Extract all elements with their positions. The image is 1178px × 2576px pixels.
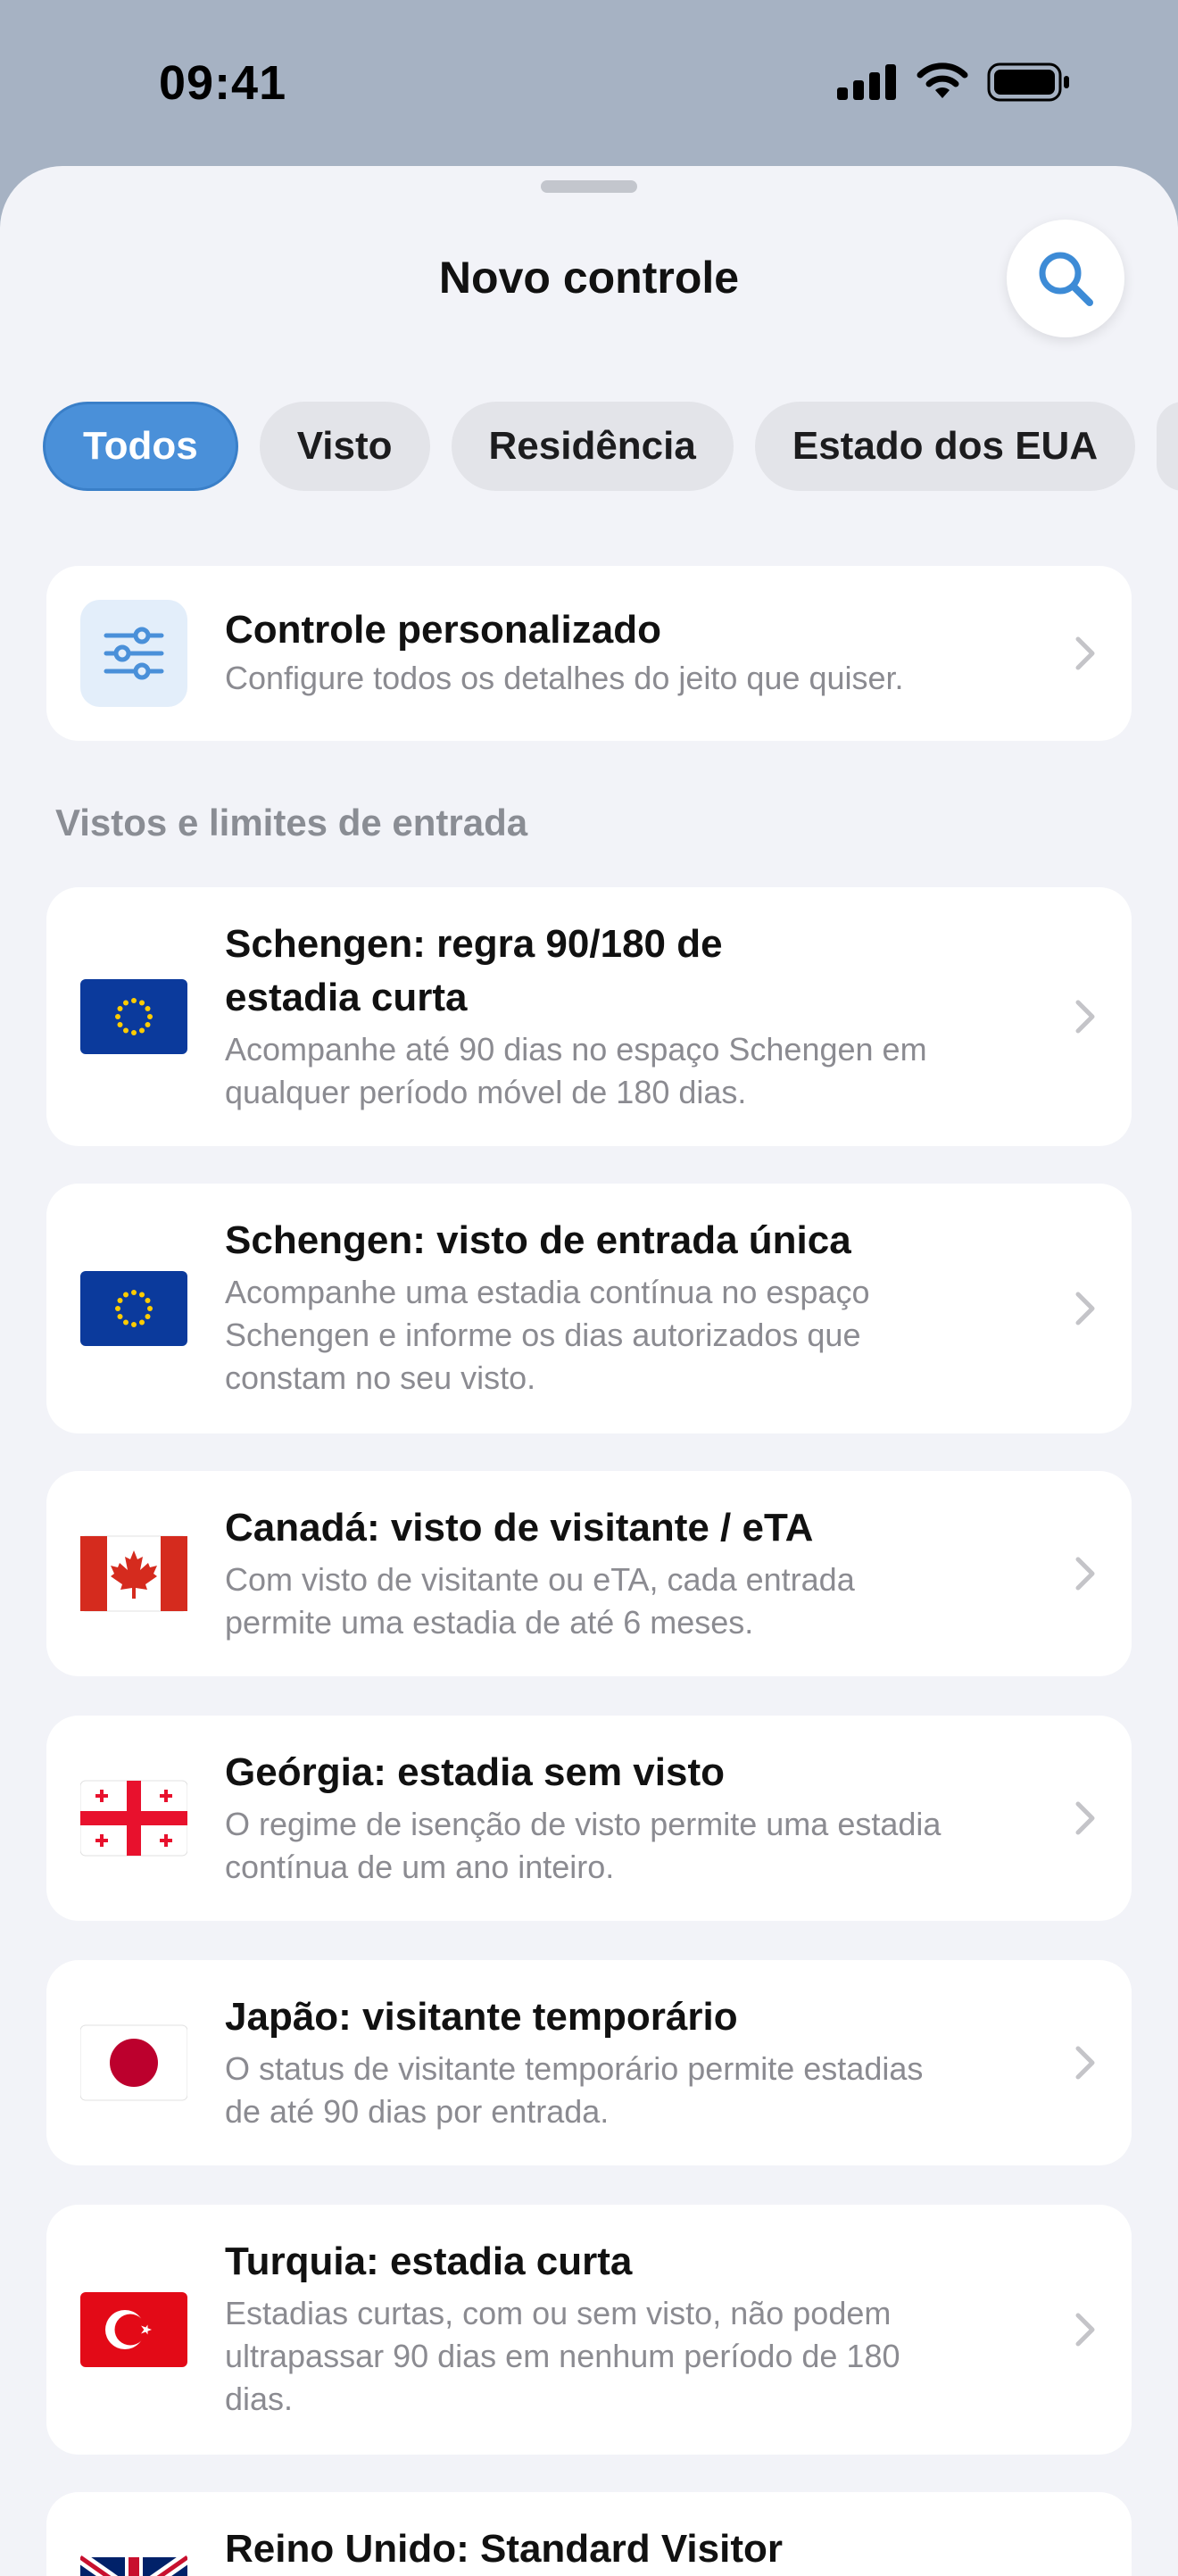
status-icons <box>837 62 1071 102</box>
search-button[interactable] <box>1007 220 1124 337</box>
eu-flag-icon <box>80 963 187 1070</box>
item-title: Schengen: visto de entrada única <box>225 1218 851 1262</box>
item-subtitle: O regime de isenção de visto permite uma… <box>225 1806 942 1842</box>
chevron-right-icon <box>1075 1557 1095 1591</box>
chevron-right-icon <box>1075 2313 1095 2347</box>
chevron-right-icon <box>1075 636 1095 670</box>
status-time: 09:41 <box>159 56 287 110</box>
item-subtitle: de até 90 dias por entrada. <box>225 2093 610 2130</box>
chevron-right-icon <box>1075 1000 1095 1034</box>
item-subtitle: ultrapassar 90 dias em nenhum período de… <box>225 2338 900 2374</box>
item-subtitle: contínua de um ano inteiro. <box>225 1849 615 1885</box>
custom-tracker-card[interactable]: Controle personalizado Configure todos o… <box>46 566 1132 741</box>
status-bar: 09:41 <box>0 0 1178 170</box>
search-icon <box>1039 252 1093 306</box>
list-item-georgia[interactable]: Geórgia: estadia sem visto O regime de i… <box>46 1716 1132 1921</box>
item-title: Japão: visitante temporário <box>225 1995 738 2039</box>
item-title: estadia curta <box>225 976 468 1019</box>
item-title: Schengen: regra 90/180 de <box>225 922 723 966</box>
item-subtitle: dias. <box>225 2381 294 2417</box>
list-item-turkey[interactable]: Turquia: estadia curta Estadias curtas, … <box>46 2205 1132 2455</box>
tab-us-state[interactable]: Estado dos EUA <box>754 402 1136 491</box>
section-label: Vistos e limites de entrada <box>55 802 528 843</box>
georgia-flag-icon <box>79 1765 188 1872</box>
sliders-icon <box>80 600 187 707</box>
item-title: Geórgia: estadia sem visto <box>225 1750 725 1794</box>
list-item-schengen-90-180[interactable]: Schengen: regra 90/180 de estadia curta … <box>46 887 1132 1146</box>
list-item-japan[interactable]: Japão: visitante temporário O status de … <box>46 1960 1132 2165</box>
item-subtitle: Com visto de visitante ou eTA, cada entr… <box>225 1561 855 1598</box>
item-subtitle: O status de visitante temporário permite… <box>225 2050 924 2087</box>
item-subtitle: Acompanhe até 90 dias no espaço Schengen… <box>225 1031 927 1068</box>
item-subtitle: Schengen e informe os dias autorizados q… <box>225 1317 861 1353</box>
item-title: Turquia: estadia curta <box>225 2239 633 2283</box>
page-title: Novo controle <box>438 253 740 303</box>
chevron-right-icon <box>1075 1801 1095 1835</box>
list-item-schengen-single-entry[interactable]: Schengen: visto de entrada única Acompan… <box>46 1184 1132 1433</box>
battery-icon <box>987 62 1069 102</box>
uk-flag-icon <box>76 2541 192 2576</box>
sheet-grabber[interactable] <box>541 180 637 193</box>
filter-tabs: Todos Visto Residência Estado dos EUA <box>43 402 1178 491</box>
item-title: Canadá: visto de visitante / eTA <box>225 1506 814 1550</box>
custom-tracker-title: Controle personalizado <box>225 608 661 652</box>
item-subtitle: constam no seu visto. <box>225 1359 536 1396</box>
wifi-icon <box>917 62 968 98</box>
list-item-canada[interactable]: Canadá: visto de visitante / eTA Com vis… <box>46 1471 1132 1676</box>
item-subtitle: permite uma estadia de até 6 meses. <box>225 1604 754 1641</box>
cellular-signal-icon <box>837 64 896 100</box>
list-item-uk[interactable]: Reino Unido: Standard Visitor <box>46 2492 1132 2576</box>
item-title: Reino Unido: Standard Visitor <box>225 2527 784 2571</box>
tab-more[interactable] <box>1157 402 1178 491</box>
custom-tracker-subtitle: Configure todos os detalhes do jeito que… <box>225 660 904 696</box>
japan-flag-icon <box>79 2009 188 2116</box>
eu-flag-icon <box>80 1255 187 1362</box>
item-subtitle: Acompanhe uma estadia contínua no espaço <box>225 1274 870 1310</box>
item-subtitle: qualquer período móvel de 180 dias. <box>225 1074 747 1110</box>
tab-visa[interactable]: Visto <box>259 402 430 491</box>
turkey-flag-icon <box>80 2276 187 2383</box>
chevron-right-icon <box>1075 1292 1095 1325</box>
new-tracker-sheet: Novo controle Todos Visto Residência Est… <box>0 166 1178 2576</box>
tab-all[interactable]: Todos <box>43 402 238 491</box>
chevron-right-icon <box>1075 2046 1095 2080</box>
tab-residence[interactable]: Residência <box>451 402 734 491</box>
item-subtitle: Estadias curtas, com ou sem visto, não p… <box>225 2295 892 2331</box>
canada-flag-icon <box>79 1520 188 1627</box>
